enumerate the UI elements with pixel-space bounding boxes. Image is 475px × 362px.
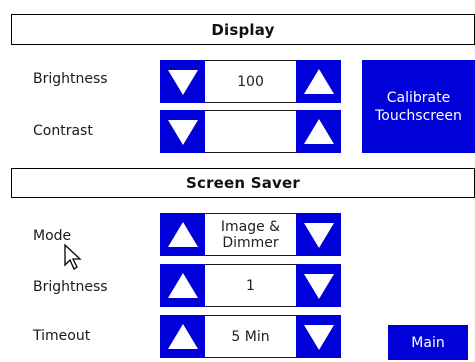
main-button-label: Main xyxy=(411,334,445,351)
screen-saver-section-header: Screen Saver xyxy=(11,168,475,198)
display-contrast-decrease-button[interactable] xyxy=(160,110,205,153)
screen-saver-brightness-value: 1 xyxy=(205,264,296,307)
arrow-up-icon xyxy=(167,323,198,349)
screen-saver-brightness-value-text: 1 xyxy=(246,277,255,294)
display-brightness-decrease-button[interactable] xyxy=(160,60,205,103)
screen-saver-timeout-value-text: 5 Min xyxy=(231,328,270,345)
calibrate-label-line2: Touchscreen xyxy=(375,107,462,124)
screen-saver-timeout-increase-button[interactable] xyxy=(160,315,205,358)
screen-saver-mode-label: Mode xyxy=(33,228,72,244)
screen-saver-mode-increase-button[interactable] xyxy=(160,213,205,256)
screen-saver-title: Screen Saver xyxy=(185,174,300,192)
arrow-up-icon xyxy=(167,221,198,247)
main-button[interactable]: Main xyxy=(388,325,468,360)
display-contrast-increase-button[interactable] xyxy=(296,110,341,153)
arrow-up-icon xyxy=(303,118,334,144)
display-brightness-value: 100 xyxy=(205,60,296,103)
display-brightness-value-text: 100 xyxy=(237,73,264,90)
display-brightness-label: Brightness xyxy=(33,71,108,87)
arrow-down-icon xyxy=(303,324,334,350)
screen-saver-mode-decrease-button[interactable] xyxy=(296,213,341,256)
arrow-down-icon xyxy=(303,273,334,299)
screen-saver-brightness-decrease-button[interactable] xyxy=(296,264,341,307)
display-contrast-label: Contrast xyxy=(33,123,93,139)
arrow-down-icon xyxy=(303,222,334,248)
arrow-down-icon xyxy=(167,69,198,95)
arrow-up-icon xyxy=(303,68,334,94)
arrow-down-icon xyxy=(167,119,198,145)
screen-saver-timeout-value: 5 Min xyxy=(205,315,296,358)
screen-saver-brightness-increase-button[interactable] xyxy=(160,264,205,307)
display-section-header: Display xyxy=(11,14,475,45)
display-title: Display xyxy=(211,20,275,39)
calibrate-label-line1: Calibrate xyxy=(386,89,451,106)
display-brightness-increase-button[interactable] xyxy=(296,60,341,103)
screen-saver-timeout-label: Timeout xyxy=(33,328,91,344)
screen-saver-timeout-decrease-button[interactable] xyxy=(296,315,341,358)
calibrate-touchscreen-button[interactable]: Calibrate Touchscreen xyxy=(362,60,475,153)
arrow-up-icon xyxy=(167,272,198,298)
screen-saver-brightness-label: Brightness xyxy=(33,279,108,295)
mouse-pointer-icon xyxy=(60,243,82,271)
mode-value-line2: Dimmer xyxy=(222,234,279,251)
display-contrast-value xyxy=(205,110,296,153)
mode-value-line1: Image & xyxy=(220,218,281,235)
screen-saver-mode-value: Image & Dimmer xyxy=(205,213,296,256)
